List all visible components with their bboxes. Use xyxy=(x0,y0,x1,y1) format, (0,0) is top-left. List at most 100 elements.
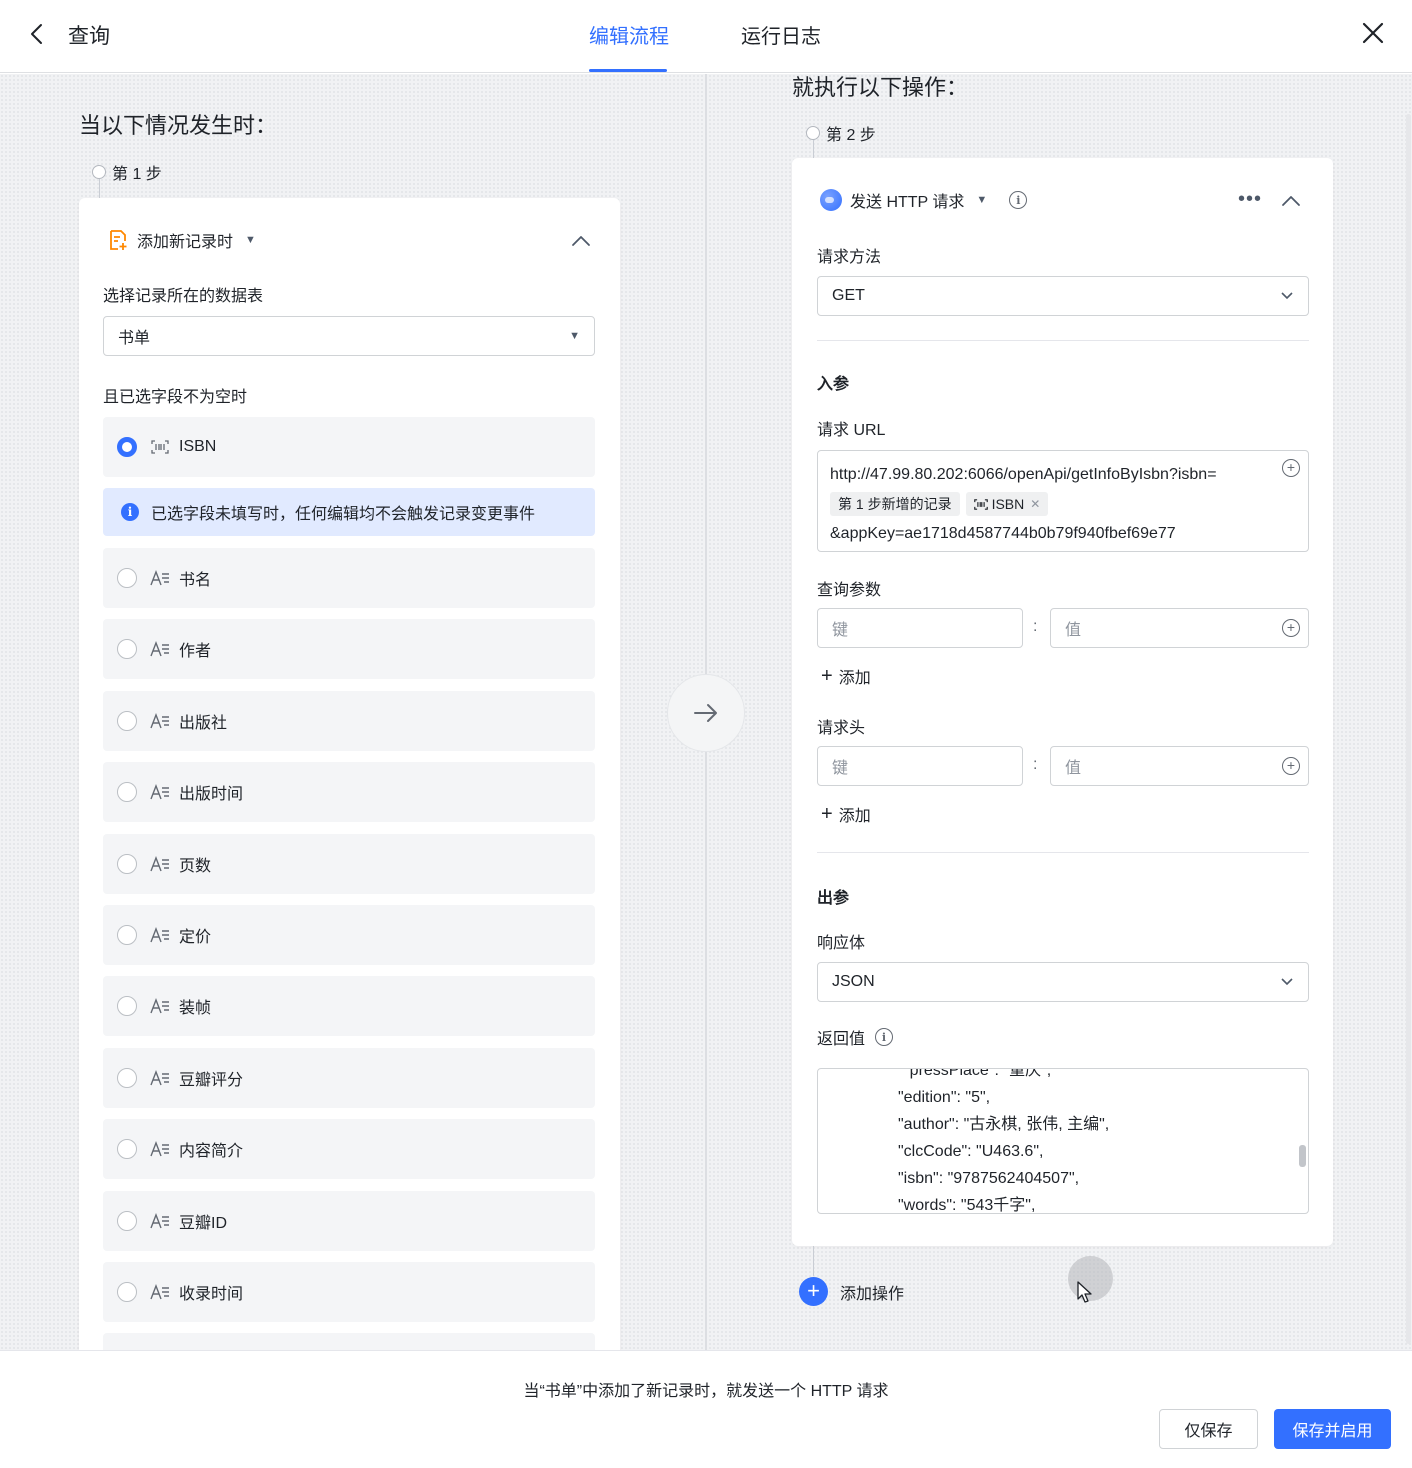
radio-unchecked[interactable] xyxy=(117,710,137,731)
tab-run-log[interactable]: 运行日志 xyxy=(741,20,821,49)
add-header-button[interactable]: + 添加 xyxy=(821,802,871,826)
field-name: 内容简介 xyxy=(179,1143,244,1161)
field-option[interactable]: 出版社 xyxy=(103,690,595,751)
page-title: 查询 xyxy=(68,25,110,48)
url-input[interactable]: http://47.99.80.202:6066/openApi/getInfo… xyxy=(817,450,1309,552)
save-only-button[interactable]: 仅保存 xyxy=(1159,1409,1258,1449)
radio-unchecked[interactable] xyxy=(117,925,137,945)
field-option[interactable]: 收录时间 xyxy=(103,1262,595,1322)
step-dot xyxy=(806,126,820,140)
notice-text: 已选字段未填写时，任何编辑均不会触发记录变更事件 xyxy=(151,506,536,523)
field-option[interactable] xyxy=(103,1333,595,1350)
field-option[interactable]: 作者 xyxy=(103,619,595,680)
scrollbar-thumb[interactable] xyxy=(1299,1145,1306,1167)
field-option-isbn[interactable]: ISBN xyxy=(103,417,595,477)
header-value-input[interactable]: 值 xyxy=(1050,746,1309,786)
info-icon[interactable]: i xyxy=(875,1028,894,1046)
text-field-icon xyxy=(149,1069,171,1086)
add-action-label: 添加操作 xyxy=(840,1285,905,1303)
radio-unchecked[interactable] xyxy=(117,1282,137,1302)
field-option[interactable]: 定价 xyxy=(103,905,595,965)
notice-banner: i 已选字段未填写时，任何编辑均不会触发记录变更事件 xyxy=(103,488,595,536)
response-body-label: 响应体 xyxy=(817,935,866,952)
close-icon[interactable] xyxy=(1358,18,1388,48)
add-action-button[interactable]: + 添加操作 xyxy=(799,1277,904,1306)
trigger-selector[interactable]: 添加新记录时 ▼ xyxy=(107,228,256,252)
query-value-input[interactable]: 值 xyxy=(1050,608,1309,648)
json-line: "author": "古永棋, 张伟, 主编", xyxy=(898,1116,1110,1133)
trigger-label: 添加新记录时 xyxy=(137,234,234,251)
close-icon[interactable]: ✕ xyxy=(1030,492,1040,516)
table-select[interactable]: 书单 ▼ xyxy=(103,316,595,356)
insert-variable-icon[interactable]: + xyxy=(1282,619,1300,637)
flow-summary: 当“书单”中添加了新记录时，就发送一个 HTTP 请求 xyxy=(523,1383,889,1400)
field-option[interactable]: 内容简介 xyxy=(103,1119,595,1180)
kv-colon: : xyxy=(1033,756,1038,773)
method-select[interactable]: GET xyxy=(817,276,1309,316)
step-2-label: 第 2 步 xyxy=(806,121,876,145)
trigger-section-title: 当以下情况发生时： xyxy=(79,113,278,138)
radio-unchecked[interactable] xyxy=(117,1139,137,1160)
field-ref-chip[interactable]: ISBN ✕ xyxy=(965,492,1049,516)
bottom-bar: 当“书单”中添加了新记录时，就发送一个 HTTP 请求 仅保存 保存并启用 xyxy=(0,1350,1412,1468)
json-line: "pressPlace": "重庆", xyxy=(904,1068,1052,1079)
divider xyxy=(817,852,1309,853)
divider xyxy=(817,340,1309,341)
radio-unchecked[interactable] xyxy=(117,568,137,588)
chevron-up-icon[interactable] xyxy=(1280,190,1302,212)
field-option[interactable]: 出版时间 xyxy=(103,762,595,823)
table-select-value: 书单 xyxy=(118,330,151,347)
step-1-text: 第 1 步 xyxy=(112,166,162,183)
canvas-scrollbar[interactable] xyxy=(1406,114,1411,1344)
return-value-editor[interactable]: "pressPlace": "重庆", "edition": "5", "autho… xyxy=(817,1068,1309,1214)
chevron-down-icon xyxy=(1281,978,1293,986)
response-type-value: JSON xyxy=(832,973,875,990)
back-icon[interactable] xyxy=(24,18,52,50)
plus-icon: + xyxy=(799,1277,828,1306)
radio-unchecked[interactable] xyxy=(117,853,137,874)
field-option[interactable]: 页数 xyxy=(103,833,595,894)
record-add-icon xyxy=(110,230,127,250)
query-params-label: 查询参数 xyxy=(817,582,882,599)
action-selector[interactable]: 发送 HTTP 请求 ▼ i xyxy=(820,188,1028,212)
add-label: 添加 xyxy=(838,808,871,825)
table-select-label: 选择记录所在的数据表 xyxy=(103,288,264,305)
radio-unchecked[interactable] xyxy=(117,1067,137,1088)
radio-unchecked[interactable] xyxy=(117,996,137,1017)
add-query-param-button[interactable]: + 添加 xyxy=(821,664,871,688)
chevron-up-icon[interactable] xyxy=(570,230,592,252)
field-option[interactable]: 豆瓣评分 xyxy=(103,1047,595,1108)
header-key-input[interactable]: 键 xyxy=(817,746,1023,786)
tab-edit-flow[interactable]: 编辑流程 xyxy=(589,20,669,49)
plus-icon: + xyxy=(821,803,833,825)
return-value-label: 返回值 i xyxy=(817,1025,894,1049)
query-key-input[interactable]: 键 xyxy=(817,608,1023,648)
save-and-enable-button[interactable]: 保存并启用 xyxy=(1274,1409,1391,1449)
text-field-icon xyxy=(149,855,171,872)
insert-variable-icon[interactable]: + xyxy=(1282,757,1300,775)
info-icon[interactable]: i xyxy=(1009,191,1028,209)
more-icon[interactable]: ••• xyxy=(1238,188,1262,211)
json-lines: "pressPlace": "重庆", "edition": "5", "autho… xyxy=(898,1068,1110,1213)
response-type-select[interactable]: JSON xyxy=(817,962,1309,1002)
caret-down-icon: ▼ xyxy=(569,330,580,342)
condition-label: 且已选字段不为空时 xyxy=(103,389,248,406)
method-label: 请求方法 xyxy=(817,249,882,266)
field-option[interactable]: 豆瓣ID xyxy=(103,1190,595,1251)
radio-unchecked[interactable] xyxy=(117,782,137,803)
field-option[interactable]: 书名 xyxy=(103,548,595,608)
insert-variable-icon[interactable]: + xyxy=(1282,459,1300,477)
radio-unchecked[interactable] xyxy=(117,639,137,660)
json-line: "clcCode": "U463.6", xyxy=(898,1143,1044,1160)
text-field-icon xyxy=(149,927,171,943)
step-ref-chip: 第 1 步新增的记录 xyxy=(830,492,960,516)
trigger-card: 添加新记录时 ▼ 选择记录所在的数据表 书单 ▼ 且已选字段不为空时 ISBN … xyxy=(79,198,620,1350)
radio-checked[interactable] xyxy=(117,437,137,457)
output-params-title: 出参 xyxy=(817,890,850,907)
barcode-icon xyxy=(149,440,171,454)
field-name: 出版社 xyxy=(179,714,228,732)
field-option[interactable]: 装帧 xyxy=(103,976,595,1037)
radio-unchecked[interactable] xyxy=(117,1210,137,1231)
action-card: 发送 HTTP 请求 ▼ i ••• 请求方法 GET 入参 请求 URL ht… xyxy=(792,158,1333,1246)
text-field-icon xyxy=(149,712,171,729)
